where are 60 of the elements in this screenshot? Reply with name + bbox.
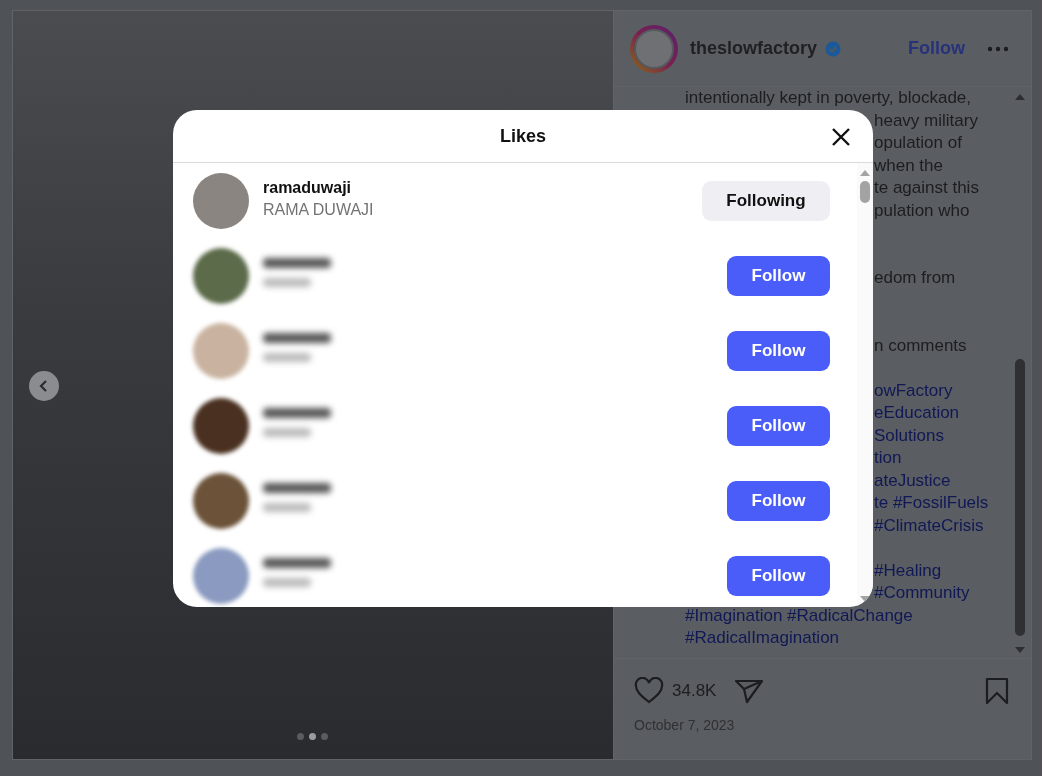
caption-text: when the [874, 154, 943, 177]
blurred-full-name [263, 278, 311, 287]
caption-text: heavy military [874, 109, 978, 132]
caption-text: te against this [874, 177, 979, 199]
avatar-placeholder[interactable] [193, 398, 249, 454]
blurred-username [263, 333, 331, 343]
follow-button[interactable]: Following [702, 181, 830, 221]
avatar-placeholder[interactable] [193, 248, 249, 304]
full-name: RAMA DUWAJI [263, 201, 374, 219]
scrollbar[interactable] [857, 163, 873, 607]
blurred-username [263, 408, 331, 418]
hashtags[interactable]: owFactory [874, 379, 953, 402]
scroll-up-icon[interactable] [1014, 93, 1026, 101]
follow-button[interactable]: Follow [727, 406, 830, 446]
slide-dot[interactable] [297, 733, 304, 740]
dialog-title: Likes [500, 125, 546, 147]
blurred-full-name [263, 353, 311, 362]
hashtags[interactable]: tion [874, 447, 902, 470]
follow-button[interactable]: Follow [727, 331, 830, 371]
slide-dot[interactable] [309, 733, 316, 740]
blurred-username [263, 483, 331, 493]
hashtags[interactable]: #Community [874, 582, 970, 605]
like-count[interactable]: 34.8K [672, 681, 717, 701]
bookmark-icon[interactable] [985, 677, 1009, 705]
paper-plane-icon[interactable] [734, 677, 765, 705]
hashtags[interactable]: ateJustice [874, 469, 951, 492]
caption-text: intentionally kept in poverty, blockade, [685, 87, 972, 109]
close-icon [831, 127, 851, 147]
blurred-full-name [263, 428, 311, 437]
username[interactable]: ramaduwaji [263, 179, 352, 197]
scrollbar-thumb[interactable] [1015, 359, 1025, 636]
follow-button[interactable]: Follow [727, 481, 830, 521]
hashtags[interactable]: #Healing [874, 559, 942, 582]
scrollbar-thumb[interactable] [860, 181, 870, 203]
profile-avatar[interactable] [630, 24, 678, 73]
caption-text: opulation of [874, 132, 962, 154]
blurred-username [263, 558, 331, 568]
hashtags[interactable]: #ClimateCrisis [874, 514, 984, 537]
caption-text: pulation who [874, 199, 970, 222]
blurred-full-name [263, 503, 311, 512]
blurred-full-name [263, 578, 311, 587]
hashtags[interactable]: te #FossilFuels [874, 492, 989, 515]
more-options-icon[interactable] [987, 45, 1009, 52]
previous-button[interactable] [29, 371, 59, 401]
chevron-left-icon [38, 379, 50, 393]
hashtags[interactable]: eEducation [874, 402, 960, 425]
caption-text: n comments [874, 334, 967, 357]
follow-button[interactable]: Follow [727, 556, 830, 596]
avatar-placeholder[interactable] [193, 473, 249, 529]
hashtags[interactable]: #Imagination #RadicalChange [685, 604, 913, 627]
hashtags[interactable]: #RadicalImagination [685, 627, 840, 650]
caption-text: edom from [874, 267, 956, 289]
slide-dot[interactable] [321, 733, 328, 740]
follow-button[interactable]: Follow [727, 256, 830, 296]
heart-icon[interactable] [634, 677, 664, 705]
blurred-username [263, 258, 331, 268]
hashtags[interactable]: Solutions [874, 424, 944, 447]
scroll-down-icon[interactable] [859, 595, 871, 603]
scroll-up-icon[interactable] [859, 169, 871, 177]
username[interactable]: theslowfactory [690, 38, 818, 59]
